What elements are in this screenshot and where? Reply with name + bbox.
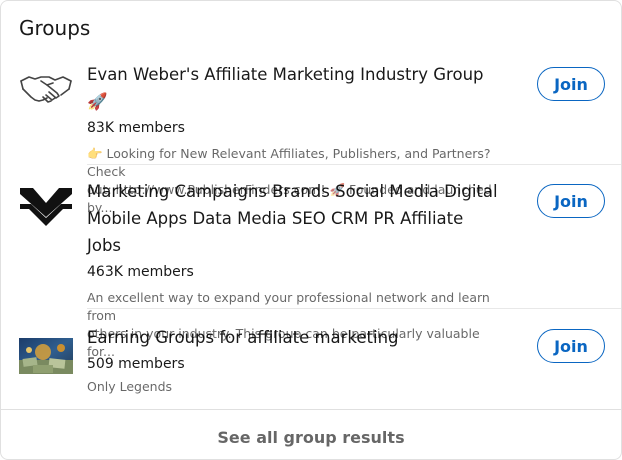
group-description-line: An excellent way to expand your professi… — [87, 290, 490, 323]
divider — [87, 164, 621, 165]
group-title[interactable]: Earning Groups for affiliate marketing — [87, 324, 501, 351]
group-title[interactable]: Marketing Campaigns Brands Social Media … — [87, 178, 501, 259]
group-description: Only Legends — [87, 379, 173, 394]
mw-logo-icon — [19, 187, 73, 227]
see-all-groups-link[interactable]: See all group results — [1, 417, 621, 457]
group-title-line: Mobile Apps Data Media SEO CRM PR Affili… — [87, 209, 464, 255]
group-title[interactable]: Evan Weber's Affiliate Marketing Industr… — [87, 61, 501, 115]
join-button[interactable]: Join — [537, 67, 605, 101]
money-photo — [19, 336, 73, 376]
section-title: Groups — [19, 16, 91, 40]
group-members: 509 members — [87, 356, 185, 372]
group-title-line: Marketing Campaigns Brands Social Media … — [87, 182, 498, 201]
join-button[interactable]: Join — [537, 184, 605, 218]
group-members: 83K members — [87, 120, 185, 136]
handshake-icon — [19, 67, 73, 107]
divider — [87, 308, 621, 309]
groups-card: Groups Evan Weber's Affiliate Marketing … — [0, 0, 622, 460]
group-description-line: 👉 Looking for New Relevant Affiliates, P… — [87, 146, 491, 179]
group-members: 463K members — [87, 264, 194, 280]
join-button[interactable]: Join — [537, 329, 605, 363]
footer-divider — [1, 409, 621, 410]
